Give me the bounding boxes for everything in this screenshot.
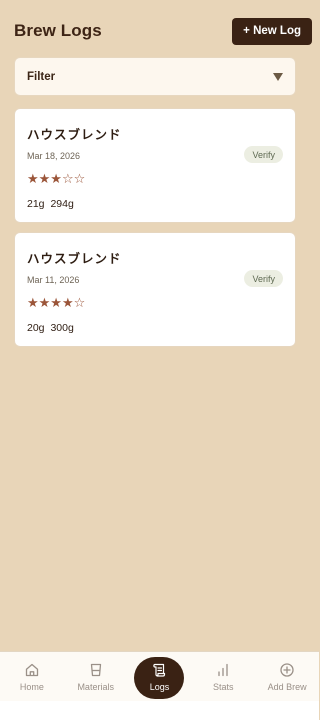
nav-label-stats: Stats <box>213 682 234 692</box>
log-title: ハウスブレンド <box>27 252 122 266</box>
water-value: 300g <box>50 322 74 334</box>
brew-logs-screen: Brew Logs + New Log Filter ハウスブレンド Mar 1… <box>0 0 319 720</box>
page-title: Brew Logs <box>14 21 102 40</box>
filter-dropdown[interactable]: Filter <box>14 57 296 96</box>
verify-badge[interactable]: Verify <box>244 146 283 163</box>
nav-item-materials[interactable]: Materials <box>64 652 128 702</box>
plus-circle-icon <box>278 661 296 679</box>
nav-label-add-brew: Add Brew <box>267 682 307 692</box>
log-title: ハウスブレンド <box>27 128 122 142</box>
home-icon <box>23 661 41 679</box>
star-rating: ★★★☆☆ <box>27 171 86 186</box>
log-amounts: 20g 300g <box>27 322 74 334</box>
log-card[interactable]: ハウスブレンド Mar 11, 2026 Verify ★★★★☆ 20g 30… <box>14 232 296 347</box>
nav-item-add-brew[interactable]: Add Brew <box>255 652 319 702</box>
nav-label-materials: Materials <box>77 682 114 692</box>
filter-label: Filter <box>27 70 56 83</box>
dose-value: 21g <box>27 198 45 210</box>
bottom-safe-area <box>0 701 319 720</box>
nav-item-stats[interactable]: Stats <box>191 652 255 702</box>
nav-item-home[interactable]: Home <box>0 652 64 702</box>
nav-label-home: Home <box>19 682 44 692</box>
new-log-button[interactable]: + New Log <box>232 17 312 45</box>
bar-chart-icon <box>214 661 232 679</box>
nav-item-logs[interactable]: Logs <box>128 652 192 702</box>
nav-label-logs: Logs <box>149 682 170 692</box>
star-rating: ★★★★☆ <box>27 295 86 310</box>
bottom-nav: Home Materials Logs Stats Add Brew <box>0 651 319 701</box>
cup-icon <box>87 661 105 679</box>
log-date: Mar 11, 2026 <box>27 275 80 285</box>
log-amounts: 21g 294g <box>27 198 74 210</box>
dose-value: 20g <box>27 322 45 334</box>
log-card[interactable]: ハウスブレンド Mar 18, 2026 Verify ★★★☆☆ 21g 29… <box>14 108 296 223</box>
header: Brew Logs + New Log <box>14 17 312 45</box>
verify-badge[interactable]: Verify <box>244 270 283 287</box>
water-value: 294g <box>50 198 74 210</box>
log-date: Mar 18, 2026 <box>27 151 81 161</box>
chevron-down-icon <box>273 72 283 81</box>
scroll-icon <box>150 661 168 679</box>
